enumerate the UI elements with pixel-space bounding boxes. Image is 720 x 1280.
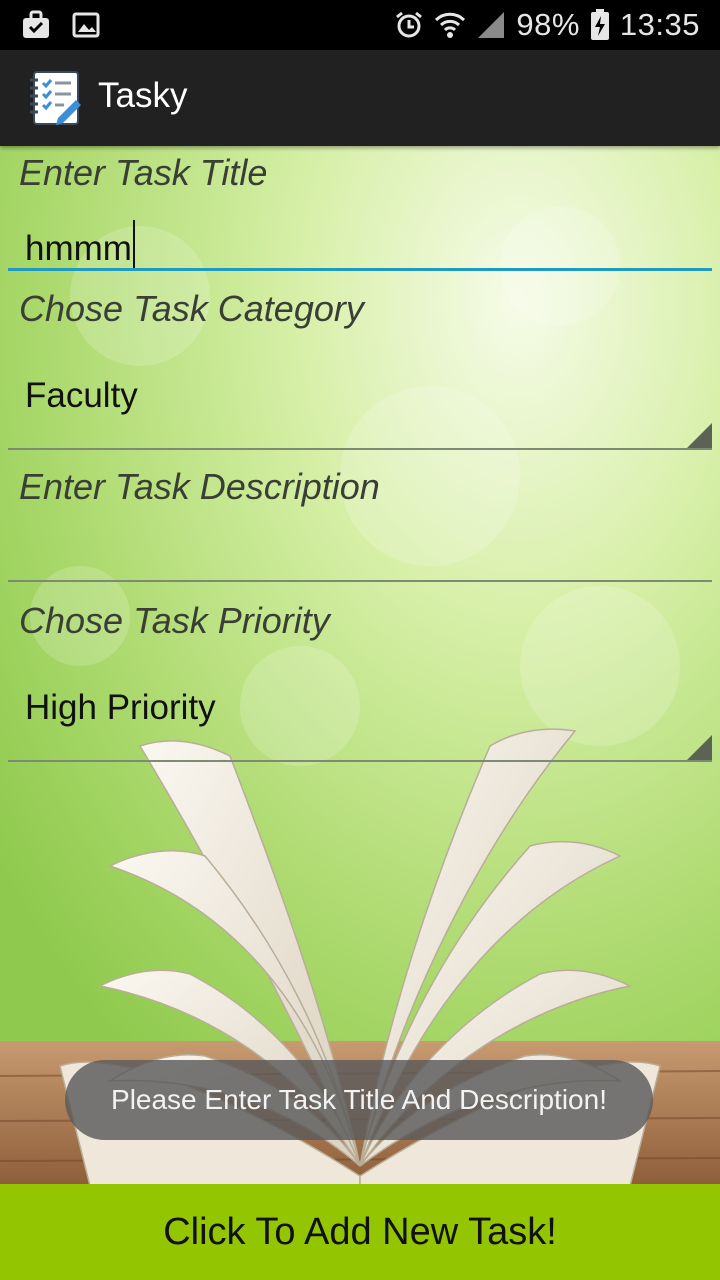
spinner-arrow-icon	[686, 423, 712, 449]
alarm-icon	[396, 11, 423, 38]
signal-icon	[478, 12, 505, 38]
task-category-underline	[8, 448, 712, 450]
task-priority-value: High Priority	[25, 688, 216, 727]
task-description-label: Enter Task Description	[19, 466, 380, 507]
toast-message: Please Enter Task Title And Description!	[65, 1060, 653, 1140]
task-title-input[interactable]: hmmm	[8, 206, 712, 272]
task-title-underline	[8, 268, 712, 271]
battery-percentage: 98%	[516, 7, 580, 42]
battery-charging-icon	[590, 9, 609, 40]
app-title: Tasky	[98, 76, 188, 115]
app-bar: Tasky	[0, 50, 720, 146]
text-cursor	[132, 220, 135, 270]
task-title-value: hmmm	[25, 220, 135, 270]
image-notification-icon	[72, 12, 100, 38]
spinner-arrow-icon	[686, 735, 712, 761]
task-category-spinner[interactable]: Faculty	[8, 351, 712, 451]
task-description-input[interactable]	[8, 522, 712, 582]
add-task-button[interactable]: Click To Add New Task!	[0, 1184, 720, 1280]
task-priority-spinner[interactable]: High Priority	[8, 663, 712, 763]
clock: 13:35	[619, 7, 700, 42]
add-task-screen: 98% 13:35 Tasky Enter Task Title hmmm Ch…	[0, 0, 720, 1280]
task-priority-label: Chose Task Priority	[19, 600, 330, 641]
bag-notification-icon	[23, 10, 49, 38]
wifi-icon	[435, 12, 466, 38]
task-category-value: Faculty	[25, 376, 138, 415]
task-description-underline	[8, 580, 712, 582]
task-priority-underline	[8, 760, 712, 762]
task-category-label: Chose Task Category	[19, 288, 364, 329]
task-title-label: Enter Task Title	[19, 152, 268, 193]
checklist-icon	[30, 71, 81, 125]
status-bar: 98% 13:35	[0, 0, 720, 50]
